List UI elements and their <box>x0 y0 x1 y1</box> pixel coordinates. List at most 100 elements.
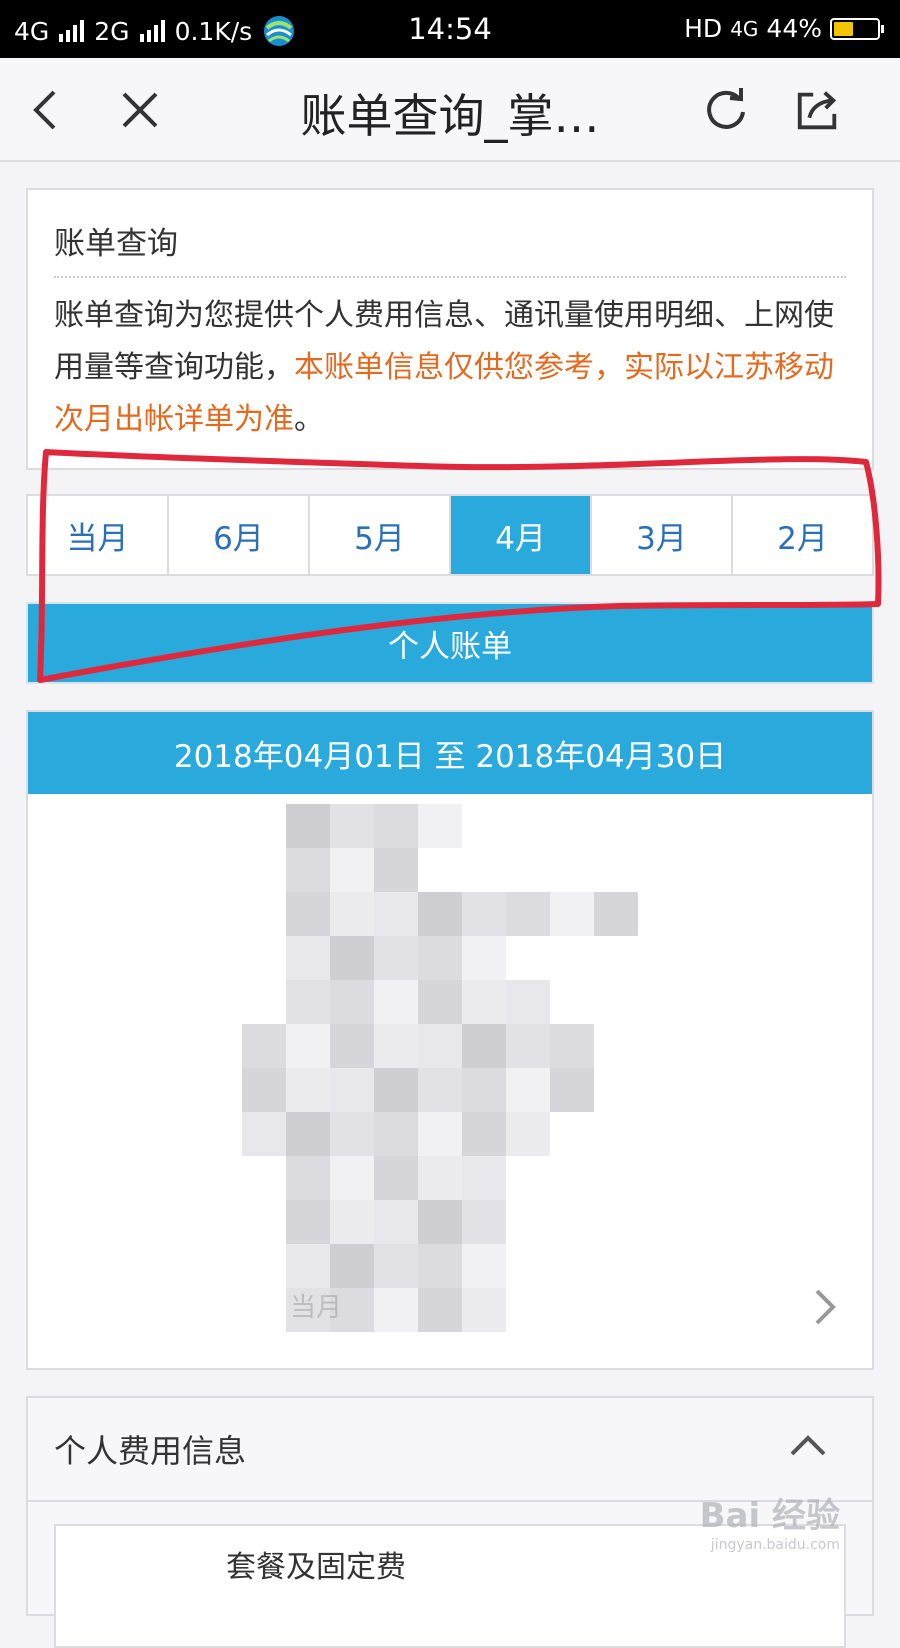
blur-block <box>462 892 506 936</box>
battery-fill <box>834 21 854 36</box>
status-right: HD 4G 44% <box>684 14 884 43</box>
blur-block <box>330 1024 374 1068</box>
blur-block <box>286 936 330 980</box>
fee-section-title: 个人费用信息 <box>54 1432 247 1470</box>
tab-current-month[interactable]: 当月 <box>28 496 169 574</box>
blur-block <box>374 1112 418 1156</box>
blur-block <box>286 1244 330 1288</box>
blur-block <box>286 980 330 1024</box>
blur-block <box>462 980 506 1024</box>
blur-block <box>286 804 330 848</box>
blur-block <box>330 1112 374 1156</box>
blur-block <box>374 892 418 936</box>
data-type-indicator: 4G <box>730 16 759 41</box>
tab-june[interactable]: 6月 <box>169 496 310 574</box>
chevron-up-icon <box>790 1435 826 1456</box>
info-card-title: 账单查询 <box>54 226 178 262</box>
blur-block <box>330 892 374 936</box>
page-title: 账单查询_掌… <box>300 89 600 143</box>
browser-navbar: 账单查询_掌… <box>0 58 900 162</box>
blur-block <box>374 1200 418 1244</box>
blur-block <box>506 1024 550 1068</box>
blur-block <box>418 980 462 1024</box>
blur-block <box>374 980 418 1024</box>
share-button[interactable] <box>794 86 842 134</box>
bill-period-range: 2018年04月01日 至 2018年04月30日 <box>28 712 872 794</box>
blur-block <box>242 1112 286 1156</box>
blur-block <box>374 1288 418 1332</box>
fee-item-package: 套餐及固定费 <box>226 1550 406 1585</box>
desc-end: 。 <box>294 402 324 437</box>
tab-april[interactable]: 4月 <box>451 496 592 574</box>
blur-block <box>330 980 374 1024</box>
personal-bill-button[interactable]: 个人账单 <box>26 602 874 684</box>
blur-block <box>330 1200 374 1244</box>
blur-block <box>374 848 418 892</box>
back-arrow-icon <box>33 90 56 130</box>
status-bar: 4G 2G 0.1K/s 14:54 HD 4G 44% <box>0 0 900 58</box>
blur-block <box>462 1068 506 1112</box>
blur-block <box>462 1244 506 1288</box>
blur-block <box>374 1068 418 1112</box>
blur-block <box>418 1244 462 1288</box>
hd-indicator: HD <box>684 14 723 43</box>
blur-block <box>242 1024 286 1068</box>
blur-block <box>286 1156 330 1200</box>
blur-block <box>286 1200 330 1244</box>
blur-block <box>462 1288 506 1332</box>
blur-block <box>506 1112 550 1156</box>
bill-row-label: 当月 <box>290 1293 343 1323</box>
tab-february[interactable]: 2月 <box>733 496 872 574</box>
blurred-bill-content <box>198 804 718 1344</box>
blur-block <box>462 1200 506 1244</box>
chevron-right-icon <box>815 1289 836 1325</box>
blur-block <box>418 1024 462 1068</box>
blur-block <box>550 1068 594 1112</box>
blur-block <box>330 936 374 980</box>
blur-block <box>506 1068 550 1112</box>
refresh-icon <box>707 88 745 129</box>
blur-block <box>330 1156 374 1200</box>
blur-block <box>418 936 462 980</box>
bill-query-info-card: 账单查询 账单查询为您提供个人费用信息、通讯量使用明细、上网使用量等查询功能，本… <box>26 188 874 470</box>
blur-block <box>418 1288 462 1332</box>
close-button[interactable] <box>116 86 164 134</box>
blur-block <box>418 1156 462 1200</box>
info-description: 账单查询为您提供个人费用信息、通讯量使用明细、上网使用量等查询功能，本账单信息仅… <box>54 290 842 446</box>
blur-block <box>418 1200 462 1244</box>
blur-block <box>462 1156 506 1200</box>
blur-block <box>550 892 594 936</box>
blur-block <box>418 804 462 848</box>
blur-block <box>462 1024 506 1068</box>
blur-block <box>374 1244 418 1288</box>
back-button[interactable] <box>22 86 70 134</box>
blur-block <box>330 848 374 892</box>
blur-block <box>286 1112 330 1156</box>
close-icon <box>122 92 158 128</box>
battery-icon <box>830 17 884 40</box>
refresh-button[interactable] <box>702 86 750 134</box>
blur-block <box>418 892 462 936</box>
share-icon <box>797 91 837 130</box>
blur-block <box>374 936 418 980</box>
watermark-brand: Bai 经验 <box>699 1496 840 1536</box>
detail-chevron[interactable] <box>812 1287 838 1331</box>
blur-block <box>462 1112 506 1156</box>
tab-march[interactable]: 3月 <box>592 496 733 574</box>
tab-may[interactable]: 5月 <box>310 496 451 574</box>
blur-block <box>374 1024 418 1068</box>
collapse-toggle[interactable] <box>788 1432 828 1462</box>
blur-block <box>506 892 550 936</box>
baidu-watermark: Bai 经验 jingyan.baidu.com <box>700 1488 840 1553</box>
blur-block <box>418 1112 462 1156</box>
blur-block <box>286 892 330 936</box>
blur-block <box>286 1024 330 1068</box>
blur-block <box>330 804 374 848</box>
blur-block <box>550 1024 594 1068</box>
blur-block <box>374 804 418 848</box>
blur-block <box>374 1156 418 1200</box>
month-tabs: 当月 6月 5月 4月 3月 2月 <box>26 494 874 576</box>
blur-block <box>286 848 330 892</box>
battery-percent: 44% <box>766 14 822 43</box>
blur-block <box>330 1244 374 1288</box>
